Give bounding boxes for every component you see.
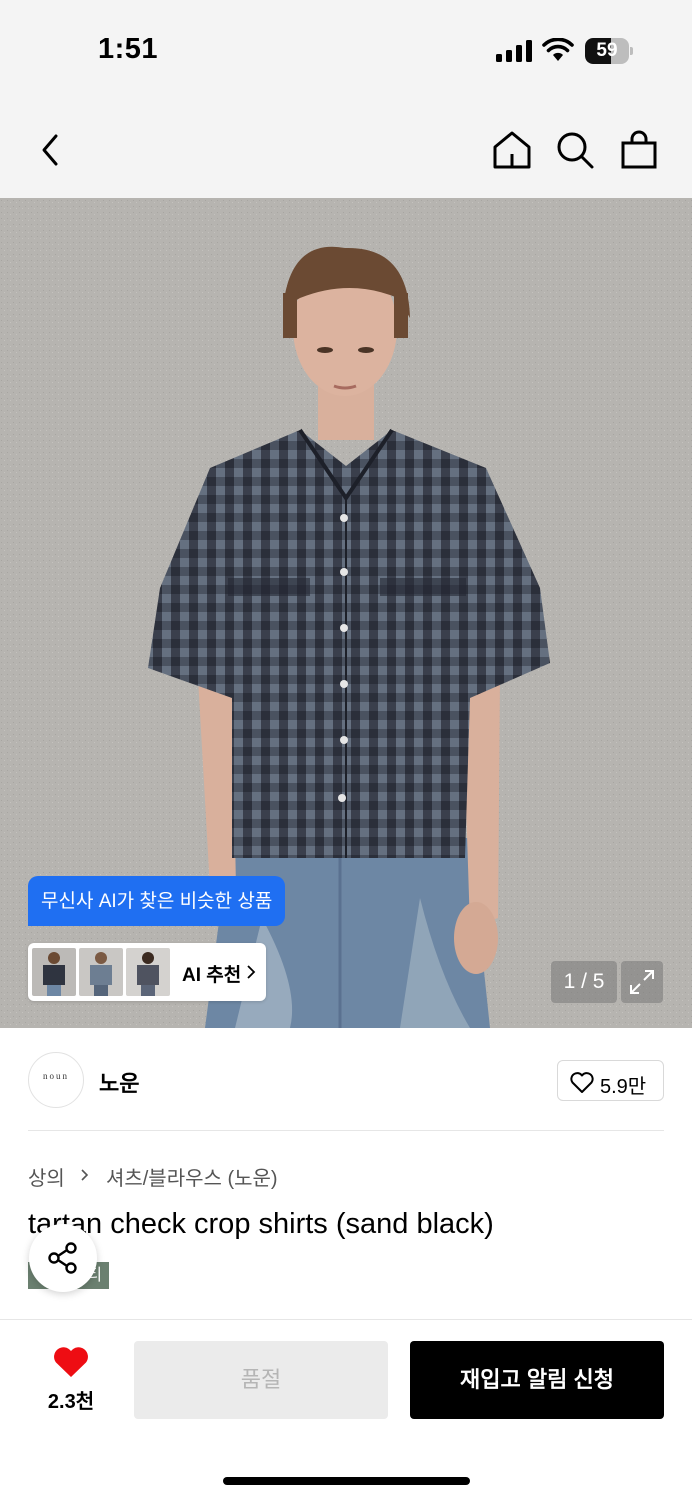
image-page-counter: 1 / 5 — [551, 961, 617, 1003]
product-title: tartan check crop shirts (sand black) — [28, 1208, 494, 1240]
home-indicator — [223, 1477, 470, 1485]
breadcrumb-subcategory[interactable]: 셔츠/블라우스 (노운) — [106, 1162, 278, 1191]
wifi-icon — [542, 38, 574, 61]
expand-icon — [630, 970, 654, 994]
ai-similar-products-tooltip[interactable]: 무신사 AI가 찾은 비슷한 상품 — [28, 876, 286, 926]
ai-thumbnail[interactable] — [32, 948, 76, 996]
brand-logo-text: noun — [43, 1071, 69, 1081]
favorite-count: 2.3천 — [47, 1391, 95, 1413]
favorite-button[interactable]: 2.3천 — [40, 1346, 102, 1414]
cellular-signal-icon — [496, 40, 532, 62]
search-icon[interactable] — [553, 128, 597, 172]
breadcrumb-category[interactable]: 상의 — [28, 1162, 65, 1191]
brand-name[interactable]: 노운 — [99, 1066, 139, 1098]
status-bar: 1:51 59 — [0, 0, 692, 100]
battery-level: 59 — [596, 40, 618, 61]
divider — [28, 1130, 664, 1131]
battery-indicator: 59 — [585, 38, 633, 64]
heart-outline-icon — [570, 1072, 594, 1093]
shopping-bag-icon[interactable] — [617, 128, 661, 172]
chevron-left-icon[interactable] — [30, 128, 74, 172]
share-button[interactable] — [29, 1224, 97, 1292]
restock-alert-button[interactable]: 재입고 알림 신청 — [410, 1341, 664, 1419]
chevron-right-icon — [81, 1169, 89, 1181]
soldout-button[interactable]: 품절 — [134, 1341, 388, 1419]
brand-logo[interactable]: noun — [28, 1052, 84, 1108]
breadcrumb: 상의 셔츠/블라우스 (노운) — [28, 1162, 278, 1191]
ai-recommend-label[interactable]: AI 추천 — [182, 960, 241, 987]
chevron-right-icon — [247, 965, 256, 979]
top-nav-bar — [0, 100, 692, 198]
heart-filled-icon — [54, 1347, 88, 1377]
product-image-gallery[interactable]: 무신사 AI가 찾은 비슷한 상품 AI 추천 1 / 5 — [0, 198, 692, 1028]
share-icon — [48, 1242, 77, 1274]
ai-thumbnail[interactable] — [126, 948, 170, 996]
ai-recommend-card[interactable]: AI 추천 — [28, 943, 266, 1001]
status-time: 1:51 — [98, 33, 159, 65]
home-icon[interactable] — [490, 128, 534, 172]
brand-like-count: 5.9만 — [600, 1076, 647, 1098]
expand-image-button[interactable] — [621, 961, 663, 1003]
ai-thumbnail[interactable] — [79, 948, 123, 996]
brand-like-button[interactable]: 5.9만 — [557, 1060, 664, 1101]
